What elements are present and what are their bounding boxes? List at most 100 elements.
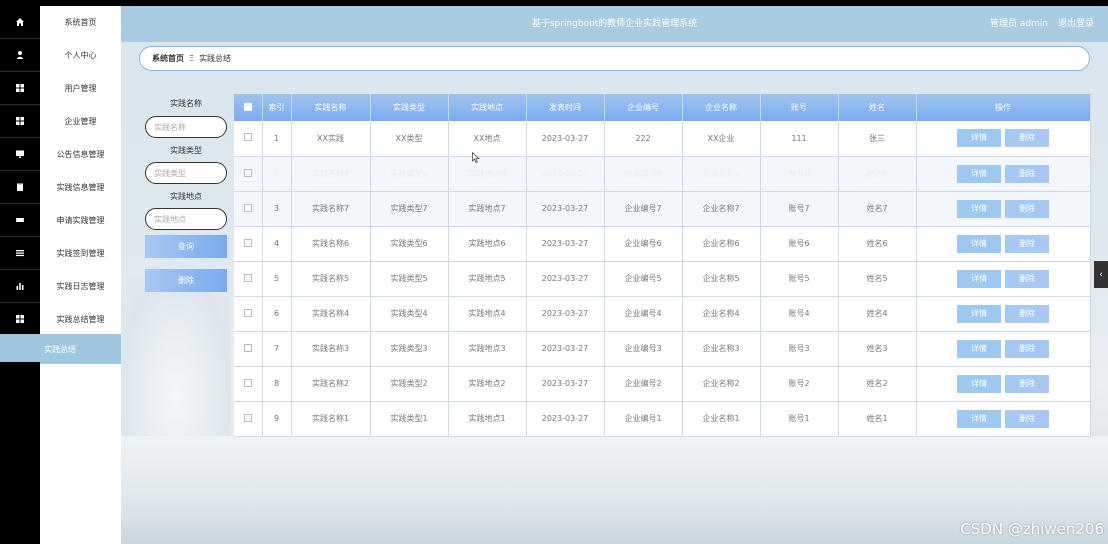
sidebar-item-companies[interactable]: 企业管理 — [0, 105, 121, 138]
delete-button[interactable]: 删除 — [1005, 199, 1049, 218]
row-checkbox[interactable] — [243, 413, 252, 422]
delete-button[interactable]: 删除 — [1005, 409, 1049, 428]
table-row[interactable]: 5 实践名称5 实践类型5 实践地点5 2023-03-27 企业编号5 企业名称5 账号5 姓… — [234, 261, 1091, 297]
sidebar-item-label: 实践日志管理 — [56, 282, 105, 291]
row-checkbox[interactable] — [243, 133, 252, 142]
sidebar-item-label: 公告信息管理 — [56, 150, 105, 159]
delete-button[interactable]: 删除 — [1005, 304, 1049, 323]
breadcrumb-home[interactable]: 系统首页 — [152, 53, 184, 64]
collapse-handle[interactable]: ‹ — [1094, 261, 1108, 288]
detail-button[interactable]: 详情 — [957, 129, 1001, 148]
sidebar-subitem-summary[interactable]: 实践总结 — [0, 334, 121, 364]
table-cell: XX地点 — [448, 121, 527, 157]
table-row[interactable]: 4 实践名称6 实践类型6 实践地点6 2023-03-27 企业编号6 企业名称6 账号6 姓… — [234, 226, 1091, 262]
sidebar-item-notices[interactable]: 公告信息管理 — [0, 138, 121, 171]
data-table: 索引 实践名称 实践类型 实践地点 发表时间 企业编号 企业名称 账号 姓名 操… — [234, 94, 1091, 438]
table-row[interactable]: 1 XX实践 XX类型 XX地点 2023-03-27 222 XX企业 111 张三 详情 删除 — [234, 121, 1091, 157]
detail-button[interactable]: 详情 — [957, 409, 1001, 428]
delete-button[interactable]: 删除 — [1005, 269, 1049, 288]
table-row[interactable]: 8 实践名称2 实践类型2 实践地点2 2023-03-27 企业编号2 企业名称2 账号2 姓… — [234, 366, 1091, 402]
actions-cell: 详情 删除 — [916, 366, 1091, 402]
table-row[interactable]: 6 实践名称4 实践类型4 实践地点4 2023-03-27 企业编号4 企业名称4 账号4 姓… — [234, 296, 1091, 332]
row-checkbox[interactable] — [243, 203, 252, 212]
row-select-cell[interactable] — [234, 296, 263, 332]
detail-button[interactable]: 详情 — [957, 269, 1001, 288]
delete-button[interactable]: 删除 — [1005, 164, 1049, 183]
row-checkbox[interactable] — [243, 273, 252, 282]
delete-button[interactable]: 删除 — [1005, 129, 1049, 148]
table-cell: 企业名称2 — [682, 366, 761, 402]
detail-button[interactable]: 详情 — [957, 374, 1001, 393]
table-cell: 企业名称4 — [682, 296, 761, 332]
table-cell: 姓名1 — [838, 401, 917, 437]
table-cell: 实践类型1 — [370, 401, 449, 437]
table-cell: 账号7 — [760, 191, 839, 227]
sidebar-item-practice-info[interactable]: 实践信息管理 — [0, 171, 121, 204]
delete-button[interactable]: 删除 — [1005, 234, 1049, 253]
name-filter-input[interactable]: 实践名称 — [145, 116, 227, 138]
table-row[interactable]: 2 实践名称8 实践类型8 实践地点8 2023-03-27 企业编号8 企业名称8 账号8 姓… — [234, 156, 1091, 192]
row-select-cell[interactable] — [234, 366, 263, 402]
table-cell: 222 — [604, 121, 683, 157]
table-cell: 6 — [262, 296, 292, 332]
sidebar-item-logs[interactable]: 实践日志管理 — [0, 270, 121, 303]
table-cell: 姓名7 — [838, 191, 917, 227]
detail-button[interactable]: 详情 — [957, 164, 1001, 183]
row-select-cell[interactable] — [234, 226, 263, 262]
row-select-cell[interactable] — [234, 331, 263, 367]
table-cell: 企业编号4 — [604, 296, 683, 332]
row-checkbox[interactable] — [243, 343, 252, 352]
row-select-cell[interactable] — [234, 261, 263, 297]
breadcrumb-current: 实践总结 — [199, 54, 232, 63]
mouse-cursor-icon — [472, 151, 480, 164]
table-cell: XX企业 — [682, 121, 761, 157]
table-cell: 账号8 — [760, 156, 839, 192]
delete-button[interactable]: 删除 — [1005, 374, 1049, 393]
table-cell: 姓名5 — [838, 261, 917, 297]
detail-button[interactable]: 详情 — [957, 199, 1001, 218]
actions-cell: 详情 删除 — [916, 331, 1091, 367]
row-select-cell[interactable] — [234, 191, 263, 227]
detail-button[interactable]: 详情 — [957, 339, 1001, 358]
main-area: 基于springboot的教师企业实践管理系统 管理员 admin 退出登录 系… — [121, 6, 1108, 544]
table-row[interactable]: 7 实践名称3 实践类型3 实践地点3 2023-03-27 企业编号3 企业名称3 账号3 姓… — [234, 331, 1091, 367]
sidebar-item-home[interactable]: 系统首页 — [0, 6, 121, 39]
table-cell: 实践名称4 — [291, 296, 371, 332]
table-cell: 实践地点5 — [448, 261, 527, 297]
logout-link[interactable]: 退出登录 — [1058, 6, 1094, 42]
sidebar-item-users[interactable]: 用户管理 — [0, 72, 121, 105]
select-all-cell[interactable] — [234, 94, 263, 121]
table-cell: 实践地点1 — [448, 401, 527, 437]
select-all-checkbox[interactable] — [243, 102, 252, 111]
user-icon — [0, 39, 40, 72]
detail-button[interactable]: 详情 — [957, 304, 1001, 323]
row-checkbox[interactable] — [243, 238, 252, 247]
type-filter-input[interactable]: 实践类型 — [145, 162, 227, 184]
header: 基于springboot的教师企业实践管理系统 管理员 admin 退出登录 — [121, 6, 1108, 42]
table-cell: 2023-03-27 — [526, 191, 605, 227]
bulk-delete-button[interactable]: 删除 — [145, 269, 227, 292]
row-select-cell[interactable] — [234, 156, 263, 192]
sidebar-item-summary-mgmt[interactable]: 实践总结管理 — [0, 303, 121, 336]
row-select-cell[interactable] — [234, 401, 263, 437]
row-checkbox[interactable] — [243, 168, 252, 177]
table-row[interactable]: 3 实践名称7 实践类型7 实践地点7 2023-03-27 企业编号7 企业名称7 账号7 姓… — [234, 191, 1091, 227]
row-checkbox[interactable] — [243, 378, 252, 387]
detail-button[interactable]: 详情 — [957, 234, 1001, 253]
row-select-cell[interactable] — [234, 121, 263, 157]
table-cell: 企业编号2 — [604, 366, 683, 402]
query-button[interactable]: 查询 — [145, 235, 227, 258]
row-checkbox[interactable] — [243, 308, 252, 317]
table-cell: XX类型 — [370, 121, 449, 157]
sidebar-item-apply[interactable]: 申请实践管理 — [0, 204, 121, 237]
column-header: 姓名 — [838, 94, 917, 121]
table-row[interactable]: 9 实践名称1 实践类型1 实践地点1 2023-03-27 企业编号1 企业名称1 账号1 姓… — [234, 401, 1091, 437]
sidebar-item-profile[interactable]: 个人中心 — [0, 39, 121, 72]
place-filter-input[interactable]: 实践地点 — [145, 208, 227, 230]
table-cell: 账号3 — [760, 331, 839, 367]
table-cell: 实践名称2 — [291, 366, 371, 402]
table-cell: 实践地点2 — [448, 366, 527, 402]
sidebar-item-signin[interactable]: 实践签到管理 — [0, 237, 121, 270]
table-cell: 5 — [262, 261, 292, 297]
delete-button[interactable]: 删除 — [1005, 339, 1049, 358]
